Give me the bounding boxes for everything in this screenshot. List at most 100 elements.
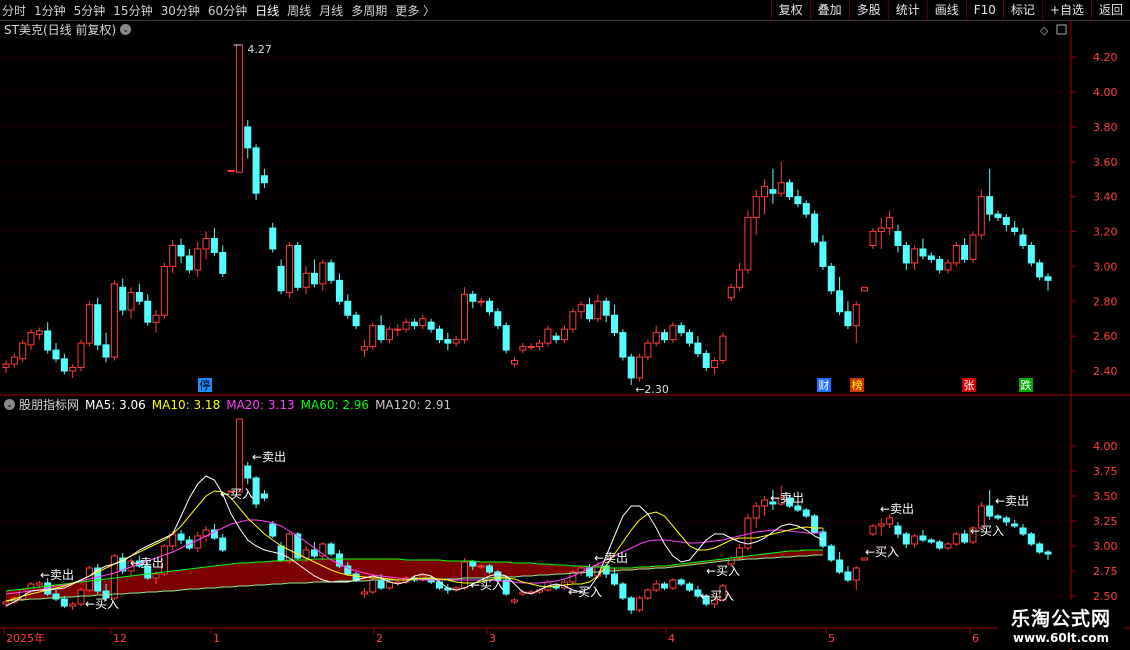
main-candle-97 — [811, 213, 819, 243]
main-candle-56 — [469, 293, 477, 302]
ind-candle-26 — [219, 537, 227, 551]
main-candle-28 — [235, 44, 243, 173]
main-candle-89 — [744, 217, 752, 271]
main-candle-93 — [777, 182, 785, 194]
ind-candle-96 — [802, 509, 810, 517]
main-candle-45 — [377, 325, 385, 341]
main-candle-0 — [2, 363, 10, 369]
ind-candle-29 — [244, 465, 252, 479]
main-candle-40 — [335, 279, 343, 302]
main-candle-24 — [202, 238, 210, 250]
x-axis-label-1: 12 — [113, 632, 127, 645]
ind-candle-55 — [460, 561, 468, 589]
ind-candle-43 — [360, 591, 368, 595]
main-candle-83 — [694, 342, 702, 355]
kline-chart[interactable]: 4.20 4.00 3.80 3.60 3.40 3.20 3.00 2.80 2.60 2.40… — [0, 0, 1130, 650]
main-candle-14 — [119, 286, 127, 311]
main-candle-42 — [352, 314, 360, 327]
main-y-tick-label-0: 4.20 — [1093, 51, 1118, 64]
main-candle-65 — [544, 328, 552, 344]
ind-candle-102 — [852, 567, 860, 581]
x-axis-label-5: 4 — [668, 632, 675, 645]
ind-candle-107 — [894, 525, 902, 535]
marker-label-1: 财 — [819, 378, 830, 392]
main-candle-53 — [444, 339, 452, 344]
main-candle-30 — [252, 147, 260, 194]
main-candle-122 — [1019, 234, 1027, 246]
marker-label-0: 停 — [200, 378, 211, 392]
main-candle-103 — [861, 286, 869, 292]
ind-candle-61 — [510, 599, 518, 603]
main-candle-29 — [244, 126, 252, 149]
main-candle-88 — [736, 269, 744, 288]
main-candle-37 — [310, 272, 318, 285]
main-candle-90 — [752, 196, 760, 219]
main-candle-35 — [294, 244, 302, 288]
main-candle-55 — [460, 293, 468, 341]
ind-candle-75 — [627, 597, 635, 611]
main-candle-116 — [969, 234, 977, 260]
signal-label-10: ←卖出 — [770, 491, 804, 505]
ind-candle-80 — [669, 579, 677, 589]
main-candle-12 — [102, 344, 110, 358]
main-candle-124 — [1036, 262, 1044, 278]
high-price-label: 4.27 — [247, 43, 272, 56]
main-candle-23 — [194, 248, 202, 271]
main-candle-94 — [786, 182, 794, 198]
main-candle-57 — [477, 300, 485, 303]
ind-candle-112 — [936, 541, 944, 549]
ind-candle-56 — [469, 561, 477, 567]
main-candle-61 — [510, 360, 518, 365]
signal-label-6: ←买入 — [470, 578, 504, 592]
signal-label-11: ←卖出 — [880, 502, 914, 516]
ind-candle-122 — [1019, 527, 1027, 535]
main-y-tick-label-9: 2.40 — [1093, 365, 1118, 378]
main-candle-46 — [385, 328, 393, 341]
marker-label-3: 张 — [964, 379, 975, 392]
ind-candle-39 — [327, 543, 335, 555]
ind-candle-95 — [794, 505, 802, 511]
main-candle-67 — [561, 328, 569, 341]
main-candle-92 — [769, 189, 777, 194]
main-candle-5 — [44, 330, 52, 351]
x-axis-label-7: 6 — [972, 632, 979, 645]
main-candle-43 — [360, 346, 368, 351]
main-candle-95 — [794, 196, 802, 205]
main-candle-7 — [60, 358, 68, 372]
main-candle-54 — [452, 339, 460, 344]
main-candle-47 — [394, 328, 402, 331]
ind-candle-74 — [619, 583, 627, 599]
ind-candle-124 — [1036, 543, 1044, 553]
main-candle-59 — [494, 311, 502, 327]
ind-candle-108 — [902, 533, 910, 545]
ind-candle-28 — [235, 418, 243, 493]
marker-label-4: 跌 — [1021, 378, 1032, 392]
ind-candle-114 — [952, 533, 960, 545]
ind-candle-110 — [919, 535, 927, 541]
main-y-tick-label-3: 3.60 — [1093, 156, 1118, 169]
main-candle-38 — [319, 262, 327, 285]
main-candle-68 — [569, 311, 577, 330]
ind-y-tick-label-4: 3.00 — [1093, 540, 1118, 553]
ind-candle-106 — [886, 517, 894, 525]
ind-candle-97 — [811, 515, 819, 533]
main-candle-52 — [435, 328, 443, 341]
main-candle-26 — [219, 251, 227, 274]
main-candle-39 — [327, 262, 335, 281]
ind-y-tick-label-0: 4.00 — [1093, 440, 1118, 453]
ind-candle-99 — [827, 545, 835, 561]
ind-candle-58 — [485, 565, 493, 573]
main-candle-81 — [677, 325, 685, 334]
x-axis-label-2: 1 — [213, 632, 220, 645]
ind-candle-115 — [961, 533, 969, 543]
ind-candle-100 — [836, 559, 844, 573]
main-candle-25 — [210, 238, 218, 253]
main-candle-119 — [994, 213, 1002, 219]
main-candle-36 — [302, 272, 310, 288]
main-candle-19 — [160, 265, 168, 316]
main-candles — [2, 44, 1052, 385]
main-candle-70 — [586, 304, 594, 320]
main-candle-99 — [827, 265, 835, 292]
main-candle-20 — [169, 244, 177, 267]
signal-label-13: ←卖出 — [995, 494, 1029, 508]
